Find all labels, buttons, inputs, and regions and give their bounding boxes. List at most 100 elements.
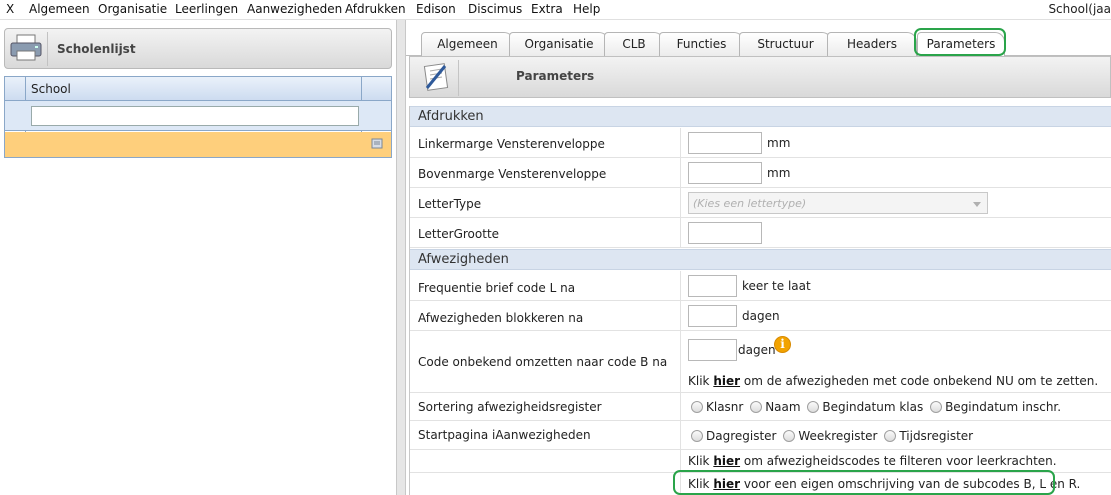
tab-functies[interactable]: Functies: [659, 32, 744, 56]
select-placeholder: (Kies een lettertype): [693, 197, 807, 210]
tab-structuur[interactable]: Structuur: [739, 32, 832, 56]
lettergrootte-input[interactable]: [688, 222, 762, 244]
convert-now-link[interactable]: hier: [713, 374, 740, 388]
tab-label: Algemeen: [437, 37, 498, 51]
radio-label[interactable]: Dagregister: [706, 429, 777, 443]
pane-splitter[interactable]: [396, 20, 406, 495]
menu-extra[interactable]: Extra: [531, 2, 563, 16]
linkermarge-input[interactable]: [688, 132, 762, 154]
lettertype-select[interactable]: (Kies een lettertype): [688, 192, 988, 214]
radio-label[interactable]: Klasnr: [706, 400, 743, 414]
bovenmarge-input[interactable]: [688, 162, 762, 184]
blokkeren-input[interactable]: [688, 305, 737, 327]
field-label: LetterType: [418, 197, 482, 211]
row-divider: [680, 393, 681, 420]
section-afdrukken: Afdrukken: [410, 106, 1111, 127]
grid-header: School: [5, 77, 391, 101]
right-pane: Algemeen Organisatie CLB Functies Struct…: [406, 20, 1111, 495]
sortering-radio-group: Klasnr Naam Begindatum klas Begindatum i…: [691, 400, 1064, 414]
radio-begindatum-inschr[interactable]: [930, 401, 943, 413]
subcodes-description-link[interactable]: hier: [713, 477, 740, 491]
radio-naam[interactable]: [750, 401, 763, 413]
link-suffix: om afwezigheidscodes te filteren voor le…: [743, 454, 1057, 468]
parameters-header: Parameters: [409, 56, 1111, 98]
info-icon[interactable]: i: [774, 336, 791, 353]
link-suffix: voor een eigen omschrijving van de subco…: [743, 477, 1081, 491]
row-startpagina: Startpagina iAanwezigheden Dagregister W…: [410, 421, 1111, 450]
radio-label[interactable]: Begindatum klas: [822, 400, 923, 414]
radio-weekregister[interactable]: [783, 430, 796, 442]
school-column-header[interactable]: School: [31, 82, 71, 96]
unit-label: mm: [767, 166, 791, 180]
school-grid: School: [4, 76, 392, 158]
grid-filter-row: [5, 101, 391, 131]
row-divider: [680, 218, 681, 247]
scholenlijst-header: Scholenlijst: [4, 28, 392, 69]
school-year-label[interactable]: School(jaa: [1048, 2, 1111, 16]
row-sortering: Sortering afwezigheidsregister Klasnr Na…: [410, 393, 1111, 421]
row-divider: [680, 421, 681, 449]
section-afwezigheden: Afwezigheden: [410, 249, 1111, 270]
radio-dagregister[interactable]: [691, 430, 703, 442]
scholenlijst-title: Scholenlijst: [57, 42, 136, 56]
menu-organisatie[interactable]: Organisatie: [98, 2, 167, 16]
tab-parameters[interactable]: Parameters: [917, 32, 1005, 57]
page-icon[interactable]: [370, 138, 384, 150]
radio-klasnr[interactable]: [691, 401, 703, 413]
parameters-title: Parameters: [516, 69, 595, 83]
menu-algemeen[interactable]: Algemeen: [29, 2, 90, 16]
radio-label[interactable]: Tijdsregister: [899, 429, 973, 443]
tab-label: CLB: [622, 37, 646, 51]
tab-label: Structuur: [757, 37, 814, 51]
frequentie-input[interactable]: [688, 275, 737, 297]
row-bovenmarge: Bovenmarge Vensterenveloppe mm: [410, 158, 1111, 188]
row-divider: [680, 158, 681, 187]
menu-bar: X Algemeen Organisatie Leerlingen Aanwez…: [0, 0, 1111, 20]
chevron-down-icon: [973, 202, 981, 207]
unit-label: dagen: [742, 309, 780, 323]
filter-codes-link[interactable]: hier: [713, 454, 740, 468]
row-lettertype: LetterType (Kies een lettertype): [410, 188, 1111, 218]
radio-begindatum-klas[interactable]: [807, 401, 820, 413]
code-onbekend-input[interactable]: [688, 339, 737, 361]
tab-headers[interactable]: Headers: [827, 32, 917, 56]
tab-clb[interactable]: CLB: [604, 32, 664, 56]
printer-icon[interactable]: [8, 32, 48, 66]
menu-afdrukken[interactable]: Afdrukken: [345, 2, 406, 16]
menu-discimus[interactable]: Discimus: [468, 2, 522, 16]
row-divider: [680, 128, 681, 157]
code-onbekend-link-line: Klik hier om de afwezigheden met code on…: [688, 374, 1098, 388]
radio-label[interactable]: Begindatum inschr.: [945, 400, 1061, 414]
row-divider: [680, 450, 681, 472]
startpagina-radio-group: Dagregister Weekregister Tijdsregister: [691, 429, 976, 443]
row-frequentie: Frequentie brief code L na keer te laat: [410, 271, 1111, 301]
row-lettergrootte: LetterGrootte: [410, 218, 1111, 248]
tab-organisatie[interactable]: Organisatie: [509, 32, 609, 56]
link-prefix: Klik: [688, 374, 710, 388]
tab-label: Headers: [847, 37, 897, 51]
field-label: Startpagina iAanwezigheden: [418, 428, 591, 442]
menu-help[interactable]: Help: [573, 2, 600, 16]
field-label: Frequentie brief code L na: [418, 281, 576, 295]
filter-link-line: Klik hier om afwezigheidscodes te filter…: [688, 454, 1057, 468]
row-omschrijving-link: Klik hier voor een eigen omschrijving va…: [410, 473, 1111, 495]
tab-label: Parameters: [926, 37, 996, 51]
radio-label[interactable]: Naam: [765, 400, 800, 414]
menu-leerlingen[interactable]: Leerlingen: [175, 2, 238, 16]
row-divider: [680, 473, 681, 495]
menu-edison[interactable]: Edison: [416, 2, 456, 16]
menu-aanwezigheden[interactable]: Aanwezigheden: [247, 2, 342, 16]
field-label: Afwezigheden blokkeren na: [418, 311, 584, 325]
school-filter-input[interactable]: [31, 106, 359, 126]
parameters-form: Afdrukken Linkermarge Vensterenveloppe m…: [409, 106, 1111, 495]
tab-algemeen[interactable]: Algemeen: [421, 32, 514, 56]
row-divider: [680, 188, 681, 217]
radio-label[interactable]: Weekregister: [798, 429, 877, 443]
radio-tijdsregister[interactable]: [884, 430, 897, 442]
left-pane: Scholenlijst School: [0, 22, 396, 495]
field-label: Linkermarge Vensterenveloppe: [418, 137, 605, 151]
field-label: Code onbekend omzetten naar code B na: [418, 355, 668, 369]
menu-close[interactable]: X: [6, 2, 14, 16]
notepad-edit-icon: [413, 60, 459, 96]
row-divider: [680, 271, 681, 300]
